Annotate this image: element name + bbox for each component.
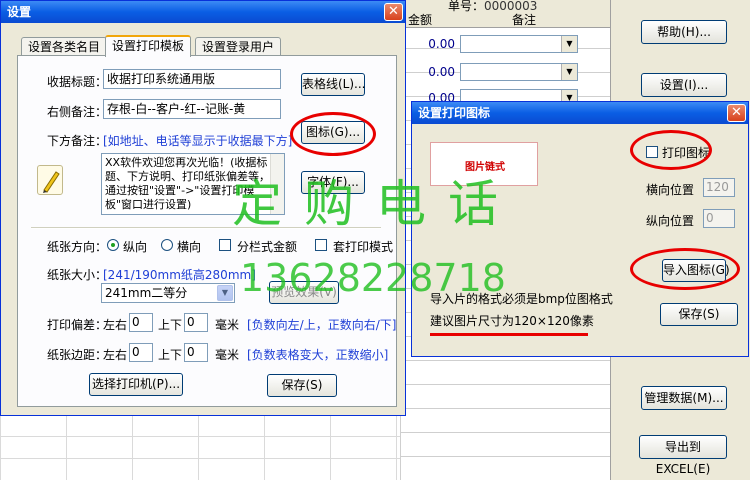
export-excel-button[interactable]: 导出到EXCEL(E) [639,435,727,476]
save-button[interactable]: 保存(S) [267,374,337,397]
background-lower-grid [0,414,400,480]
annotation-underline-size-note [430,333,588,336]
column-amount-checkbox[interactable] [219,239,231,251]
margin-ud-input[interactable]: 0 [184,343,208,362]
landscape-label: 横向 [177,240,202,254]
chevron-down-icon: ▼ [561,36,577,52]
close-icon[interactable]: ✕ [727,104,746,122]
overlay-print-checkbox[interactable] [315,239,327,251]
margin-lr-input[interactable]: 0 [129,343,153,362]
table-row[interactable]: 0.00 ▼ [400,60,610,84]
v-pos-input[interactable]: 0 [703,209,735,228]
margin-hint: [负数表格变大，正数缩小] [247,348,389,362]
paper-size-hint: [241/190mm纸高280mm] [103,268,256,282]
icon-dialog-title: 设置打印图标 [418,106,491,120]
bottom-note-hint: [如地址、电话等显示于收据最下方] [103,134,293,148]
paper-direction-label: 纸张方向： [47,240,108,254]
close-icon[interactable]: ✕ [384,3,403,21]
help-button[interactable]: 帮助(H)... [641,20,727,44]
row-note-combo[interactable]: ▼ [460,35,578,53]
chevron-down-icon: ▼ [217,285,233,301]
chevron-down-icon: ▼ [561,64,577,80]
watermark-phone-number: 13628228718 [240,256,506,300]
column-amount: 金额 [408,13,433,27]
overlay-print-label: 套打印模式 [333,240,394,254]
row-amount: 0.00 [428,37,455,51]
h-pos-input[interactable]: 120 [703,178,735,197]
header-ticket-label: 单号： [448,0,485,13]
size-note: 建议图片尺寸为120×120像素 [430,314,594,328]
v-pos-label: 纵向位置 [646,214,695,228]
right-note-label: 右侧备注： [47,105,108,119]
bottom-note-label: 下方备注： [47,134,108,148]
choose-printer-button[interactable]: 选择打印机(P)... [89,373,183,396]
offset-lr-input[interactable]: 0 [129,313,153,332]
row-note-combo[interactable]: ▼ [460,63,578,81]
margin-mm-label: 毫米 [215,348,240,362]
margin-up-down-label: 上下 [158,348,183,362]
landscape-radio[interactable] [161,239,173,251]
annotation-ellipse-icon-button [290,112,376,156]
right-note-input[interactable]: 存根-白--客户-红--记账-黄 [103,99,281,119]
receipt-title-input[interactable]: 收据打印系统通用版 [103,69,281,89]
portrait-label: 纵向 [123,240,148,254]
paper-margin-label: 纸张边距： [47,348,108,362]
settings-title: 设置 [7,5,32,19]
offset-ud-input[interactable]: 0 [184,313,208,332]
receipt-title-label: 收据标题： [47,75,108,89]
h-pos-label: 横向位置 [646,183,695,197]
tab-login-users[interactable]: 设置登录用户 [195,37,282,57]
tab-print-template[interactable]: 设置打印模板 [105,35,192,57]
margin-left-right-label: 左右 [103,348,128,362]
paper-size-label: 纸张大小： [47,268,108,282]
paper-size-value: 241mm二等分 [105,286,188,300]
watermark-phone-label: 定购电话 [232,175,520,233]
background-table-header: 单号： 0000003 金额 备注 [400,0,610,28]
offset-left-right-label: 左右 [103,318,128,332]
row-amount: 0.00 [428,65,455,79]
print-offset-label: 打印偏差： [47,318,108,332]
settings-titlebar[interactable]: 设置 [1,1,405,23]
offset-mm-label: 毫米 [215,318,240,332]
portrait-radio[interactable] [107,239,119,251]
icon-save-button[interactable]: 保存(S) [660,303,738,326]
offset-up-down-label: 上下 [158,318,183,332]
grid-lines-button[interactable]: 表格线(L)... [301,73,366,96]
tab-categories[interactable]: 设置各类名目 [21,37,108,57]
annotation-ellipse-import-button [630,248,740,290]
annotation-ellipse-print-icon [630,130,712,170]
offset-hint: [负数向左/上，正数向右/下] [247,318,397,332]
table-row[interactable]: 0.00 ▼ [400,32,610,56]
column-note: 备注 [512,13,537,27]
column-amount-label: 分栏式金额 [237,240,298,254]
paper-size-select[interactable]: 241mm二等分 ▼ [101,283,235,303]
note-pen-icon [37,165,63,195]
manage-data-button[interactable]: 管理数据(M)... [641,386,727,410]
settings-button[interactable]: 设置(I)... [641,73,727,97]
icon-dialog-titlebar[interactable]: 设置打印图标 [412,102,748,124]
